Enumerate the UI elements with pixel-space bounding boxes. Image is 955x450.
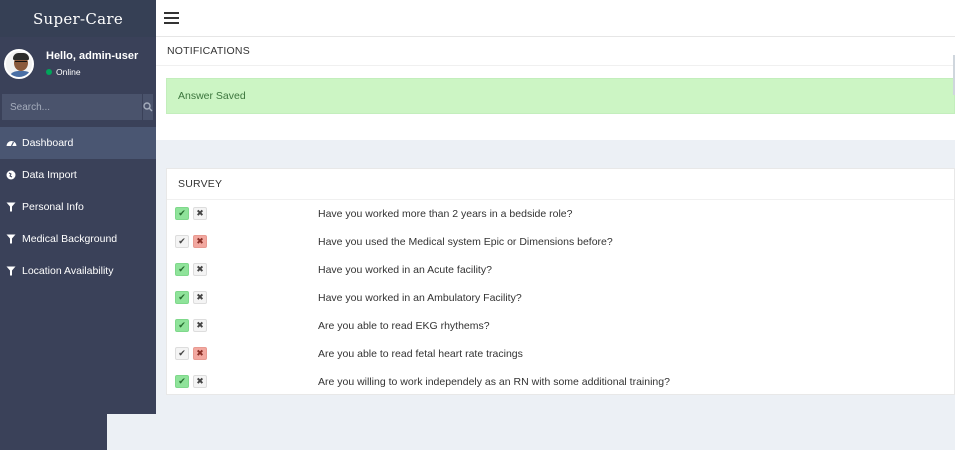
close-icon: ✖ [196,264,204,274]
sidebar-item-data-import[interactable]: Data Import [0,159,156,191]
yes-button[interactable]: ✔ [175,291,189,304]
user-panel: Hello, admin-user Online [0,37,156,90]
check-icon: ✔ [178,208,186,218]
dashboard-icon [6,138,22,148]
online-dot-icon [46,69,52,75]
sidebar: Super-Care Hello, admin-user Online Dash… [0,0,156,414]
search-button[interactable] [142,94,153,120]
sidebar-item-dashboard[interactable]: Dashboard [0,127,156,159]
survey-row: ✔ ✖ Have you worked more than 2 years in a… [167,200,954,228]
answer-buttons: ✔ ✖ [175,207,207,220]
survey-row: ✔ ✖ Have you used the Medical system Epic … [167,228,954,256]
yes-button[interactable]: ✔ [175,319,189,332]
check-icon: ✔ [178,320,186,330]
no-button[interactable]: ✖ [193,207,207,220]
survey-question: Have you worked in an Acute facility? [318,264,492,276]
no-button[interactable]: ✖ [193,235,207,248]
yes-button[interactable]: ✔ [175,263,189,276]
no-button[interactable]: ✖ [193,291,207,304]
sidebar-tail [0,414,107,450]
filter-icon [6,234,22,244]
survey-row: ✔ ✖ Are you willing to work independely as… [167,368,954,396]
survey-row: ✔ ✖ Have you worked in an Acute facility? [167,256,954,284]
notifications-title: NOTIFICATIONS [156,37,955,66]
user-greeting: Hello, admin-user [46,50,139,62]
answer-buttons: ✔ ✖ [175,263,207,276]
yes-button[interactable]: ✔ [175,375,189,388]
check-icon: ✔ [178,236,186,246]
survey-title: SURVEY [167,169,954,200]
sidebar-item-location-availability[interactable]: Location Availability [0,255,156,287]
survey-row: ✔ ✖ Are you able to read EKG rhythems? [167,312,954,340]
notifications-box: NOTIFICATIONS Answer Saved [156,37,955,140]
answer-buttons: ✔ ✖ [175,291,207,304]
check-icon: ✔ [178,264,186,274]
hamburger-menu-icon[interactable] [164,12,179,24]
no-button[interactable]: ✖ [193,375,207,388]
survey-row: ✔ ✖ Have you worked in an Ambulatory Facil… [167,284,954,312]
sidebar-item-label: Data Import [22,169,77,181]
check-icon: ✔ [178,348,186,358]
answer-buttons: ✔ ✖ [175,235,207,248]
sidebar-menu: Dashboard Data Import Personal Info Medi… [0,127,156,287]
user-status-label: Online [56,67,81,77]
close-icon: ✖ [196,236,204,246]
survey-box: SURVEY ✔ ✖ Have you worked more than 2 yea… [166,168,955,395]
check-icon: ✔ [178,292,186,302]
answer-buttons: ✔ ✖ [175,375,207,388]
sidebar-item-label: Location Availability [22,265,114,277]
brand-logo[interactable]: Super-Care [0,0,156,37]
user-status: Online [46,67,138,77]
check-icon: ✔ [178,376,186,386]
survey-question: Are you able to read EKG rhythems? [318,320,490,332]
globe-icon [6,170,22,180]
close-icon: ✖ [196,348,204,358]
answer-buttons: ✔ ✖ [175,347,207,360]
no-button[interactable]: ✖ [193,319,207,332]
no-button[interactable]: ✖ [193,347,207,360]
search-icon [143,102,153,112]
close-icon: ✖ [196,320,204,330]
search-input[interactable] [2,94,142,120]
sidebar-item-medical-background[interactable]: Medical Background [0,223,156,255]
close-icon: ✖ [196,208,204,218]
survey-question: Have you used the Medical system Epic or… [318,236,613,248]
sidebar-search [0,90,156,128]
survey-question: Are you willing to work independely as a… [318,376,670,388]
main-content: NOTIFICATIONS Answer Saved SURVEY ✔ ✖ Have… [156,37,955,450]
sidebar-item-label: Medical Background [22,233,118,245]
survey-row: ✔ ✖ Are you able to read fetal heart rate … [167,340,954,368]
close-icon: ✖ [196,376,204,386]
success-alert: Answer Saved [166,78,955,114]
yes-button[interactable]: ✔ [175,207,189,220]
filter-icon [6,202,22,212]
no-button[interactable]: ✖ [193,263,207,276]
filter-icon [6,266,22,276]
survey-question: Have you worked more than 2 years in a b… [318,208,573,220]
close-icon: ✖ [196,292,204,302]
sidebar-item-personal-info[interactable]: Personal Info [0,191,156,223]
sidebar-item-label: Dashboard [22,137,74,149]
yes-button[interactable]: ✔ [175,347,189,360]
survey-list: ✔ ✖ Have you worked more than 2 years in a… [167,200,954,396]
sidebar-item-label: Personal Info [22,201,84,213]
survey-question: Have you worked in an Ambulatory Facilit… [318,292,522,304]
survey-question: Are you able to read fetal heart rate tr… [318,348,523,360]
yes-button[interactable]: ✔ [175,235,189,248]
avatar [4,48,34,79]
answer-buttons: ✔ ✖ [175,319,207,332]
top-navbar [156,0,955,37]
